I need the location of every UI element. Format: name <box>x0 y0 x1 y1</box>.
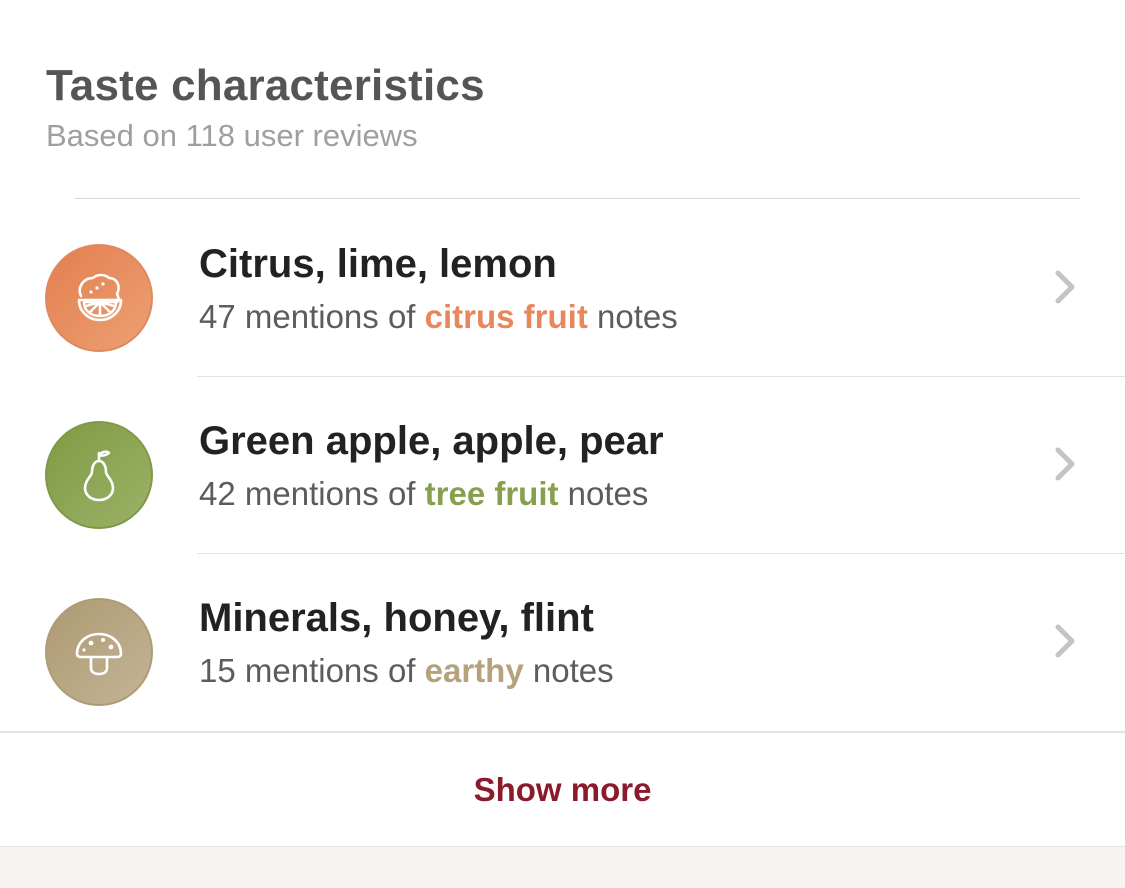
mentions-count: 42 mentions of <box>199 475 425 512</box>
show-more-button[interactable]: Show more <box>0 760 1125 820</box>
taste-row-tree-fruit[interactable]: Green apple, apple, pear 42 mentions of … <box>0 376 1125 553</box>
taste-characteristics-card: Taste characteristics Based on 118 user … <box>0 0 1125 846</box>
lemon-icon <box>45 244 153 352</box>
card-subtitle: Based on 118 user reviews <box>46 118 418 153</box>
mentions-suffix: notes <box>523 652 614 689</box>
taste-row-mentions: 42 mentions of tree fruit notes <box>199 471 648 517</box>
mushroom-icon <box>45 598 153 706</box>
chevron-right-icon <box>1055 447 1075 481</box>
footer-divider <box>0 731 1125 733</box>
chevron-right-icon <box>1055 624 1075 658</box>
mentions-count: 47 mentions of <box>199 298 425 335</box>
note-category: tree fruit <box>424 475 559 512</box>
taste-row-title: Citrus, lime, lemon <box>199 242 557 286</box>
taste-row-title: Minerals, honey, flint <box>199 596 594 640</box>
taste-row-title: Green apple, apple, pear <box>199 419 664 463</box>
mentions-suffix: notes <box>558 475 649 512</box>
taste-row-earthy[interactable]: Minerals, honey, flint 15 mentions of ea… <box>0 553 1125 730</box>
chevron-right-icon <box>1055 270 1075 304</box>
page-background-band <box>0 846 1125 888</box>
taste-row-citrus[interactable]: Citrus, lime, lemon 47 mentions of citru… <box>0 199 1125 376</box>
card-title: Taste characteristics <box>46 61 485 110</box>
mentions-count: 15 mentions of <box>199 652 425 689</box>
taste-row-mentions: 15 mentions of earthy notes <box>199 648 614 694</box>
note-category: earthy <box>424 652 524 689</box>
note-category: citrus fruit <box>424 298 588 335</box>
pear-icon <box>45 421 153 529</box>
card-header: Taste characteristics Based on 118 user … <box>46 56 485 156</box>
mentions-suffix: notes <box>587 298 678 335</box>
taste-row-mentions: 47 mentions of citrus fruit notes <box>199 294 678 340</box>
